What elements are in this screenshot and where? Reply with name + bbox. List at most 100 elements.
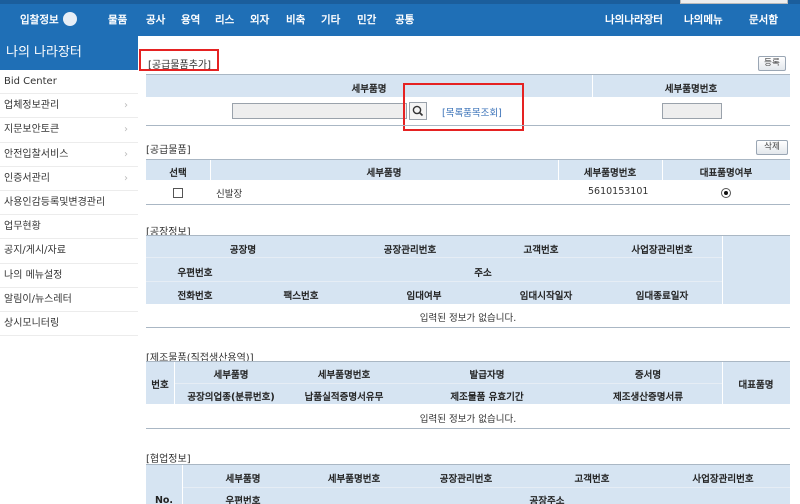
row-item-name: 신발장 (216, 189, 243, 200)
sidebar-item-label: 공지/게시/자료 (4, 245, 66, 257)
col-factory-mgmt-number: 공장관리번호 (383, 245, 437, 256)
delete-button[interactable]: 삭제 (756, 140, 788, 155)
sidebar-item-company-info[interactable]: 업체정보관리 › (0, 94, 138, 119)
sidebar-item-fingerprint-token[interactable]: 지문보안토큰 › (0, 118, 138, 143)
col-issuer-name: 발급자명 (469, 370, 505, 381)
sidebar-item-seal-management[interactable]: 사용인감등록및변경관리 (0, 191, 138, 216)
col-postal-code: 우편번호 (177, 268, 213, 279)
representative-radio[interactable] (721, 188, 731, 198)
col-lease-end: 임대종료일자 (635, 291, 689, 302)
nav-item-other[interactable]: 기타 (321, 4, 340, 36)
item-name-input[interactable] (232, 103, 407, 119)
main-content: [공급물품추가] 등록 세부품명 세부품명번호 [목록품목조회] [공급물품] … (139, 36, 792, 504)
col-item-name: 세부품명 (366, 168, 402, 179)
sidebar-item-label: 업무현황 (4, 221, 41, 233)
col-item-number: 세부품명번호 (583, 168, 637, 179)
chevron-right-icon: › (124, 148, 128, 160)
divider (146, 327, 790, 328)
col-delivery-record: 납품실적증명서유무 (304, 392, 384, 403)
nav-home-label: 입찰정보 (20, 14, 59, 26)
item-number-input[interactable] (662, 103, 722, 119)
col-representative: 대표품명여부 (699, 168, 753, 179)
sidebar-item-monitoring[interactable]: 상시모니터링 (0, 312, 138, 337)
sidebar: 나의 나라장터 Bid Center 업체정보관리 › 지문보안토큰 › 안전입찰서… (0, 36, 138, 504)
top-navigation: 입찰정보 물품 공사 용역 리스 외자 비축 기타 민간 공통 나의나라장터 나… (0, 0, 800, 36)
nav-home[interactable]: 입찰정보 (20, 4, 77, 36)
row-divider (182, 487, 790, 488)
col-address: 주소 (474, 268, 492, 279)
col-factory-industry: 공장의업종(분류번호) (187, 392, 275, 403)
col-item-number: 세부품명번호 (664, 84, 718, 95)
mouse-icon (62, 12, 77, 26)
nav-item-common[interactable]: 공통 (395, 4, 414, 36)
divider (146, 125, 790, 126)
sidebar-item-label: Bid Center (4, 76, 57, 87)
col-divider (722, 236, 723, 304)
nav-item-stockpile[interactable]: 비축 (286, 4, 305, 36)
col-item-number: 세부품명번호 (317, 370, 371, 381)
sidebar-item-label: 알림이/뉴스레터 (4, 293, 72, 305)
col-factory-name: 공장명 (229, 245, 257, 256)
row-item-number: 5610153101 (588, 186, 649, 197)
col-no: No. (154, 495, 174, 504)
sidebar-item-label: 안전입찰서비스 (4, 148, 69, 160)
highlight-box-search (403, 83, 524, 131)
col-business-mgmt-number: 사업장관리번호 (631, 245, 693, 256)
col-factory-mgmt-number: 공장관리번호 (439, 474, 493, 485)
add-supply-title: [공급물품추가] (148, 60, 212, 71)
row-select-checkbox[interactable] (173, 188, 183, 198)
empty-message: 입력된 정보가 없습니다. (419, 414, 517, 425)
sidebar-item-label: 상시모니터링 (4, 317, 60, 329)
empty-message: 입력된 정보가 없습니다. (419, 313, 517, 324)
radio-dot (724, 191, 728, 195)
row-divider (146, 281, 722, 282)
col-customer-number: 고객번호 (574, 474, 610, 485)
sidebar-item-my-menu-settings[interactable]: 나의 메뉴설정 (0, 264, 138, 288)
register-button[interactable]: 등록 (758, 56, 786, 71)
col-factory-address: 공장주소 (529, 496, 565, 504)
nav-item-lease[interactable]: 리스 (215, 4, 234, 36)
sidebar-title: 나의 나라장터 (0, 36, 138, 70)
sidebar-item-newsletter[interactable]: 알림이/뉴스레터 (0, 288, 138, 312)
col-no: 번호 (151, 380, 169, 391)
col-production-proof: 제조생산증명서류 (613, 392, 683, 403)
nav-item-my-naramarket[interactable]: 나의나라장터 (605, 4, 663, 36)
col-item-number: 세부품명번호 (327, 474, 381, 485)
chevron-right-icon: › (124, 100, 128, 112)
col-certificate-name: 증서명 (634, 370, 662, 381)
col-postal-code: 우편번호 (225, 496, 261, 504)
divider (146, 428, 790, 429)
nav-item-private[interactable]: 민간 (357, 4, 376, 36)
col-select: 선택 (169, 168, 187, 179)
sidebar-item-label: 인증서관리 (4, 172, 50, 184)
sidebar-item-label: 업체정보관리 (4, 100, 60, 112)
sidebar-item-safe-bidding[interactable]: 안전입찰서비스 › (0, 143, 138, 167)
col-item-name: 세부품명 (225, 474, 261, 485)
row-divider (174, 383, 722, 384)
col-customer-number: 고객번호 (523, 245, 559, 256)
col-lease-status: 임대여부 (406, 291, 442, 302)
nav-item-goods[interactable]: 물품 (108, 4, 127, 36)
sidebar-item-certificate[interactable]: 인증서관리 › (0, 167, 138, 191)
row-divider (146, 257, 722, 258)
divider (146, 204, 790, 205)
col-lease-start: 임대시작일자 (519, 291, 573, 302)
nav-item-documents[interactable]: 문서함 (749, 4, 778, 36)
supply-items-title: [공급물품] (146, 145, 191, 156)
nav-item-construction[interactable]: 공사 (146, 4, 165, 36)
col-phone: 전화번호 (177, 291, 213, 302)
col-fax: 팩스번호 (283, 291, 319, 302)
nav-item-foreign[interactable]: 외자 (250, 4, 269, 36)
cooperation-info-title: [협업정보] (146, 454, 191, 465)
nav-item-service[interactable]: 용역 (181, 4, 200, 36)
col-business-mgmt-number: 사업장관리번호 (692, 474, 754, 485)
sidebar-item-work-status[interactable]: 업무현황 (0, 215, 138, 240)
nav-item-my-menu[interactable]: 나의메뉴 (684, 4, 723, 36)
sidebar-item-bid-center[interactable]: Bid Center (0, 70, 138, 95)
col-item-name: 세부품명 (351, 84, 387, 95)
sidebar-item-label: 나의 메뉴설정 (4, 269, 63, 281)
sidebar-item-notices[interactable]: 공지/게시/자료 (0, 239, 138, 264)
chevron-right-icon: › (124, 172, 128, 184)
col-validity-period: 제조물품 유효기간 (450, 392, 524, 403)
top-search-field[interactable] (680, 0, 788, 4)
